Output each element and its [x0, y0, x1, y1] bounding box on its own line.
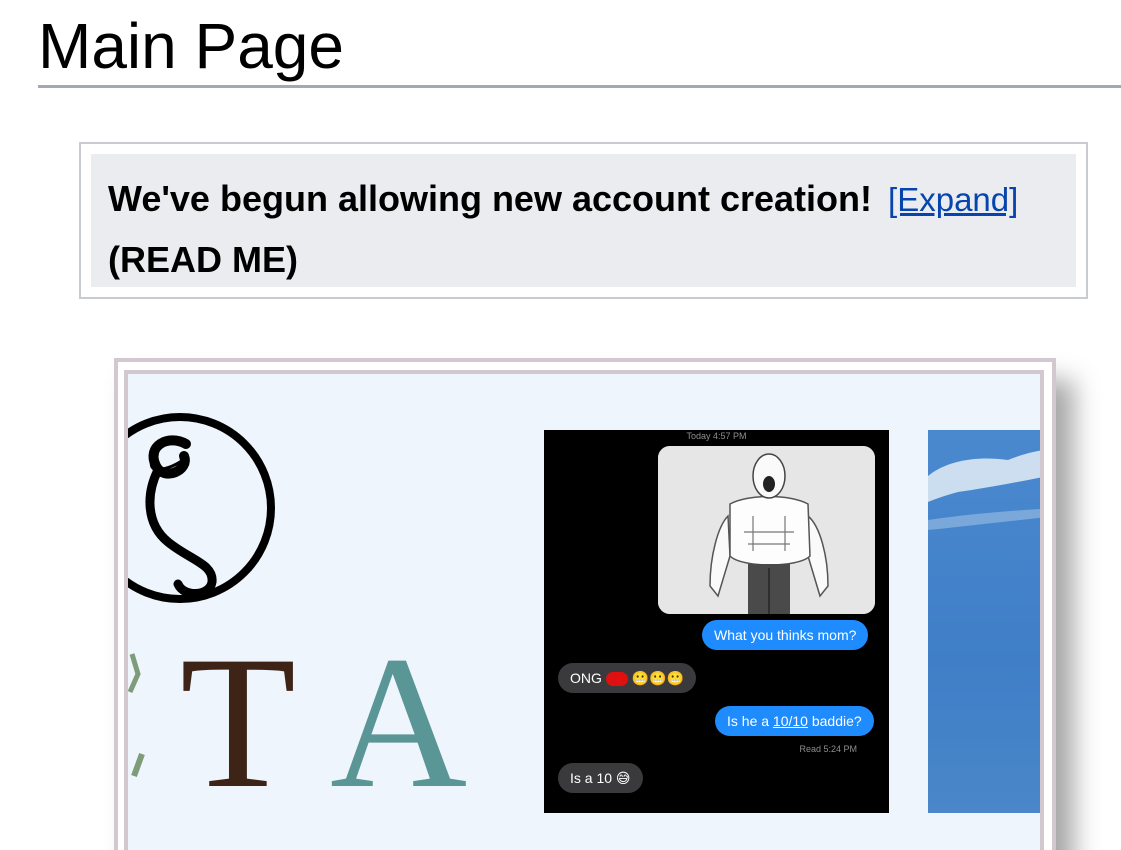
- page-title: Main Page: [38, 10, 344, 82]
- site-notice: We've begun allowing new account creatio…: [79, 142, 1088, 299]
- redacted-mark: [605, 672, 628, 687]
- expand-link[interactable]: [Expand]: [888, 181, 1018, 218]
- chat-message-3: Is he a 10/10 baddie?: [715, 706, 874, 736]
- site-notice-headline: We've begun allowing new account creatio…: [108, 178, 873, 219]
- chat-message-3-start: Is he a: [727, 713, 773, 729]
- page: Main Page We've begun allowing new accou…: [0, 0, 1121, 850]
- site-notice-text: We've begun allowing new account creatio…: [108, 169, 1068, 290]
- chat-message-2-text: ONG: [570, 670, 602, 686]
- read-me-label: (READ ME): [108, 239, 298, 280]
- meme-image: [658, 446, 875, 614]
- site-notice-body: We've begun allowing new account creatio…: [91, 154, 1076, 287]
- logo-letter-a: A: [330, 618, 467, 828]
- chat-message-4: Is a 10 😅: [558, 763, 643, 793]
- wiki-logo-image[interactable]: T A: [128, 374, 528, 844]
- logo-leaf-icon: [128, 653, 145, 778]
- chat-timestamp: Today 4:57 PM: [686, 431, 747, 441]
- sky-image[interactable]: [928, 430, 1040, 813]
- logo-letter-t: T: [180, 618, 296, 828]
- logo-ring-icon: [128, 413, 275, 603]
- chat-message-3-end: baddie?: [807, 713, 862, 729]
- chat-message-1: What you thinks mom?: [702, 620, 869, 650]
- chat-message-2-emoji: 😬😬😬: [631, 670, 684, 686]
- chat-message-3-link: 10/10: [772, 713, 808, 729]
- chat-screenshot-image[interactable]: Today 4:57 PM What you thinks mom? ONG 😬…: [544, 430, 889, 813]
- gallery-viewport: T A Today 4:57 PM What you thinks mom? O…: [124, 370, 1044, 850]
- read-receipt: Read 5:24 PM: [799, 744, 857, 754]
- chat-message-2: ONG 😬😬😬: [558, 663, 696, 693]
- title-divider: [38, 85, 1121, 88]
- featured-gallery: T A Today 4:57 PM What you thinks mom? O…: [114, 358, 1056, 850]
